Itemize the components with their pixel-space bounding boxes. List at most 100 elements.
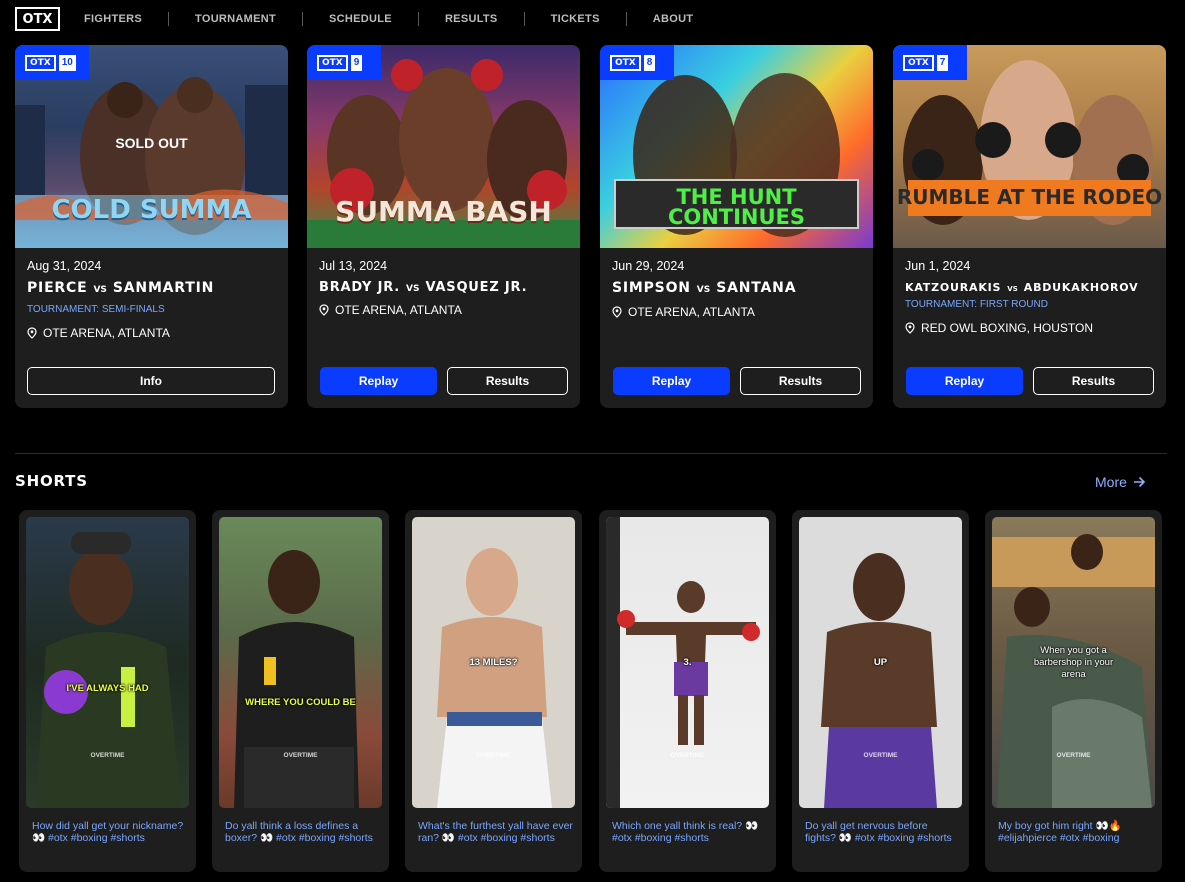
section-divider	[15, 453, 1167, 454]
short-thumbnail[interactable]: When you got a barbershop in your arena …	[992, 517, 1155, 808]
event-card[interactable]: SUMMA BASH OTX 9 Jul 13, 2024 BRADY JR. V…	[307, 45, 580, 408]
event-poster[interactable]: THE HUNT CONTINUES OTX 8	[600, 45, 873, 248]
event-card[interactable]: THE HUNT CONTINUES OTX 8 Jun 29, 2024 SI…	[600, 45, 873, 408]
vs-label: VS	[93, 285, 107, 295]
fighter-2: VASQUEZ JR.	[425, 280, 528, 295]
badge-number: 9	[350, 54, 363, 71]
results-button[interactable]: Results	[447, 367, 568, 395]
event-location: OTE ARENA, ATLANTA	[27, 326, 170, 340]
vs-label: VS	[1007, 285, 1018, 293]
results-button[interactable]: Results	[1033, 367, 1154, 395]
nav-item-results[interactable]: RESULTS	[445, 13, 498, 25]
badge-number: 7	[936, 54, 949, 71]
short-card[interactable]: 3. OVERTIME Which one yall think is real…	[599, 510, 776, 872]
overtime-watermark: OVERTIME	[90, 752, 125, 759]
overtime-watermark: OVERTIME	[476, 752, 511, 759]
nav-divider	[417, 12, 419, 26]
location-pin-icon	[905, 322, 915, 334]
event-badge: OTX 8	[600, 45, 674, 80]
overtime-watermark: OVERTIME	[283, 752, 318, 759]
nav-divider	[302, 12, 304, 26]
fighter-2: SANTANA	[716, 280, 797, 296]
info-button[interactable]: Info	[27, 367, 275, 395]
nav-item-tickets[interactable]: TICKETS	[551, 13, 600, 25]
event-matchup: SIMPSON VS SANTANA	[612, 280, 796, 296]
nav-menu: FIGHTERS TOURNAMENT SCHEDULE RESULTS TIC…	[84, 12, 693, 26]
badge-logo: OTX	[903, 54, 934, 71]
nav-divider	[523, 12, 525, 26]
short-caption[interactable]: My boy got him right 👀🔥 #elijahpierce #o…	[998, 820, 1153, 844]
short-thumbnail[interactable]: 3. OVERTIME	[606, 517, 769, 808]
location-pin-icon	[612, 306, 622, 318]
short-thumbnail[interactable]: UP OVERTIME	[799, 517, 962, 808]
nav-item-tournament[interactable]: TOURNAMENT	[195, 13, 276, 25]
fighter-1: PIERCE	[27, 280, 88, 296]
more-shorts-link[interactable]: More	[1095, 474, 1146, 490]
replay-button[interactable]: Replay	[906, 367, 1023, 395]
event-badge: OTX 9	[307, 45, 381, 80]
results-button[interactable]: Results	[740, 367, 861, 395]
event-matchup: KATZOURAKIS VS ABDUKAKHOROV	[905, 281, 1138, 294]
overtime-watermark: OVERTIME	[670, 752, 705, 759]
vs-label: VS	[406, 284, 420, 294]
event-poster[interactable]: SUMMA BASH OTX 9	[307, 45, 580, 248]
short-thumbnail[interactable]: 13 MILES? OVERTIME	[412, 517, 575, 808]
video-overlay-text: WHERE YOU COULD BE	[245, 697, 356, 708]
short-card[interactable]: 13 MILES? OVERTIME What's the furthest y…	[405, 510, 582, 872]
badge-logo: OTX	[25, 54, 56, 71]
event-poster[interactable]: SOLD OUT COLD SUMMA OTX 10	[15, 45, 288, 248]
badge-number: 8	[643, 54, 656, 71]
event-matchup: PIERCE VS SANMARTIN	[27, 280, 214, 296]
nav-item-schedule[interactable]: SCHEDULE	[329, 13, 392, 25]
location-pin-icon	[319, 304, 329, 316]
video-overlay-text: 13 MILES?	[469, 657, 518, 668]
nav-item-fighters[interactable]: FIGHTERS	[84, 13, 142, 25]
location-text: OTE ARENA, ATLANTA	[628, 305, 755, 319]
nav-item-about[interactable]: ABOUT	[653, 13, 694, 25]
top-nav: OTX FIGHTERS TOURNAMENT SCHEDULE RESULTS…	[0, 0, 1185, 38]
location-text: OTE ARENA, ATLANTA	[43, 326, 170, 340]
location-text: OTE ARENA, ATLANTA	[335, 303, 462, 317]
replay-button[interactable]: Replay	[320, 367, 437, 395]
nav-divider	[625, 12, 627, 26]
tournament-label: TOURNAMENT: SEMI-FINALS	[27, 304, 165, 315]
thumbnail-art	[36, 532, 181, 808]
arrow-right-icon	[1133, 476, 1146, 488]
fighter-1: KATZOURAKIS	[905, 281, 1002, 294]
short-card[interactable]: When you got a barbershop in your arena …	[985, 510, 1162, 872]
short-caption[interactable]: How did yall get your nickname? 👀 #otx #…	[32, 820, 187, 844]
short-card[interactable]: WHERE YOU COULD BE OVERTIME Do yall thin…	[212, 510, 389, 872]
overtime-watermark: OVERTIME	[1056, 752, 1091, 759]
short-caption[interactable]: Which one yall think is real? 👀 #otx #bo…	[612, 820, 767, 844]
event-date: Jul 13, 2024	[319, 259, 388, 273]
replay-button[interactable]: Replay	[613, 367, 730, 395]
short-caption[interactable]: What's the furthest yall have ever ran? …	[418, 820, 573, 844]
event-badge: OTX 10	[15, 45, 89, 80]
event-date: Aug 31, 2024	[27, 259, 102, 273]
poster-title: THE HUNT CONTINUES	[667, 185, 806, 229]
overtime-watermark: OVERTIME	[863, 752, 898, 759]
fighter-2: SANMARTIN	[112, 280, 215, 296]
location-text: RED OWL BOXING, HOUSTON	[921, 321, 1094, 335]
short-thumbnail[interactable]: I'VE ALWAYS HAD OVERTIME	[26, 517, 189, 808]
event-card[interactable]: RUMBLE AT THE RODEO OTX 7 Jun 1, 2024 KA…	[893, 45, 1166, 408]
event-date: Jun 29, 2024	[612, 259, 685, 273]
short-caption[interactable]: Do yall get nervous before fights? 👀 #ot…	[805, 820, 960, 844]
event-location: RED OWL BOXING, HOUSTON	[905, 321, 1093, 335]
video-overlay-text: When you got a barbershop in your arena	[1033, 645, 1114, 680]
more-label: More	[1095, 474, 1127, 490]
badge-logo: OTX	[317, 54, 348, 71]
event-card[interactable]: SOLD OUT COLD SUMMA OTX 10 Aug 31, 2024 …	[15, 45, 288, 408]
event-poster[interactable]: RUMBLE AT THE RODEO OTX 7	[893, 45, 1166, 248]
tournament-label: TOURNAMENT: FIRST ROUND	[905, 299, 1048, 310]
otx-logo[interactable]: OTX	[15, 7, 60, 31]
sold-out-label: SOLD OUT	[115, 135, 188, 151]
short-card[interactable]: I'VE ALWAYS HAD OVERTIME How did yall ge…	[19, 510, 196, 872]
short-thumbnail[interactable]: WHERE YOU COULD BE OVERTIME	[219, 517, 382, 808]
short-caption[interactable]: Do yall think a loss defines a boxer? 👀 …	[225, 820, 380, 844]
video-overlay-text: 3.	[683, 657, 692, 668]
event-date: Jun 1, 2024	[905, 259, 971, 273]
video-overlay-text: UP	[873, 657, 888, 668]
short-card[interactable]: UP OVERTIME Do yall get nervous before f…	[792, 510, 969, 872]
badge-logo: OTX	[610, 54, 641, 71]
